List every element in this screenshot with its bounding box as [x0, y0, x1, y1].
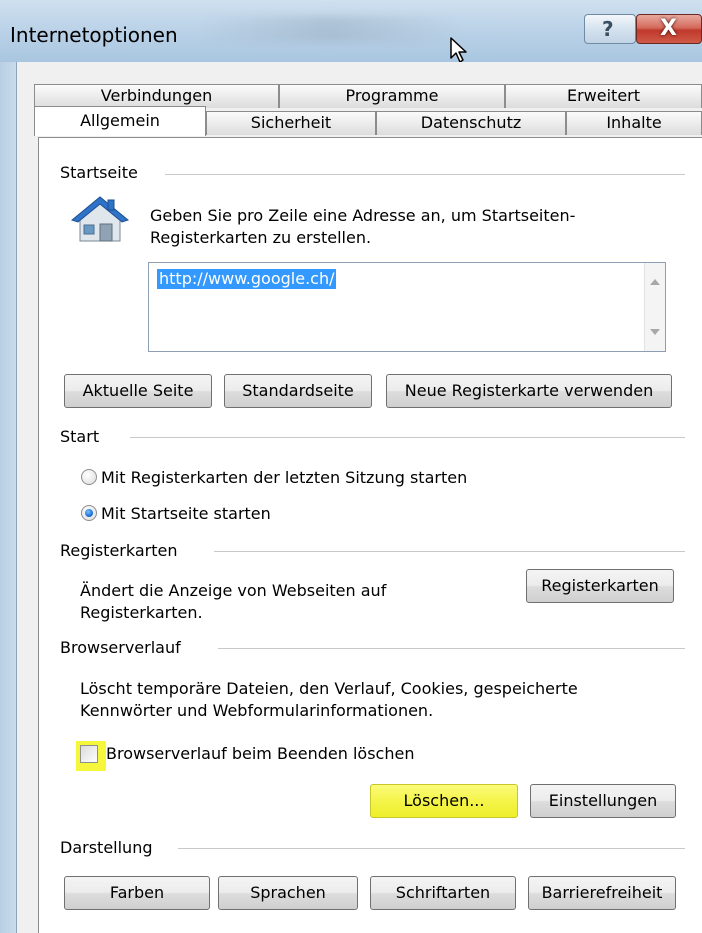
tab-datenschutz[interactable]: Datenschutz [376, 111, 566, 135]
radio-homepage[interactable] [81, 505, 97, 521]
accessibility-button[interactable]: Barrierefreiheit [528, 876, 676, 910]
title-bar: Internetoptionen ? X [0, 0, 702, 63]
browserverlauf-description-line2: Kennwörter und Webformularinformationen. [80, 701, 434, 720]
tab-erweitert[interactable]: Erweitert [505, 84, 702, 108]
tab-allgemein[interactable]: Allgemein [34, 106, 206, 136]
group-divider [218, 648, 685, 649]
current-page-button[interactable]: Aktuelle Seite [64, 374, 212, 408]
scroll-down-arrow-icon[interactable] [650, 329, 660, 335]
textarea-scrollbar[interactable] [644, 263, 665, 351]
group-divider [214, 551, 685, 552]
group-divider [130, 437, 685, 438]
tab-inhalte[interactable]: Inhalte [566, 111, 702, 135]
close-icon: X [660, 16, 677, 41]
radio-last-session-label[interactable]: Mit Registerkarten der letzten Sitzung s… [101, 467, 467, 488]
delete-on-exit-checkbox[interactable] [80, 745, 98, 763]
default-page-button[interactable]: Standardseite [224, 374, 372, 408]
tabs-settings-button[interactable]: Registerkarten [526, 569, 674, 603]
group-divider [165, 174, 685, 175]
tab-programme[interactable]: Programme [279, 84, 505, 108]
close-button[interactable]: X [636, 14, 702, 44]
mouse-cursor-icon [450, 37, 467, 63]
window-frame-left [0, 62, 16, 933]
group-label-startseite: Startseite [60, 163, 138, 182]
group-divider [178, 848, 685, 849]
homepage-url-textarea[interactable]: http://www.google.ch/ [148, 262, 666, 352]
startseite-description-line2: Registerkarten zu erstellen. [150, 228, 372, 247]
scroll-up-arrow-icon[interactable] [650, 279, 660, 285]
group-label-darstellung: Darstellung [60, 838, 153, 857]
history-settings-button[interactable]: Einstellungen [530, 784, 676, 818]
startseite-description-line1: Geben Sie pro Zeile eine Adresse an, um … [150, 206, 576, 225]
delete-history-button[interactable]: Löschen... [370, 784, 518, 818]
home-icon [70, 196, 130, 242]
help-button[interactable]: ? [584, 14, 636, 44]
group-label-registerkarten: Registerkarten [60, 541, 178, 560]
radio-last-session[interactable] [81, 469, 97, 485]
homepage-url-value: http://www.google.ch/ [157, 269, 337, 289]
colors-button[interactable]: Farben [64, 876, 210, 910]
fonts-button[interactable]: Schriftarten [370, 876, 516, 910]
registerkarten-description-line2: Registerkarten. [80, 603, 203, 622]
window-title: Internetoptionen [10, 23, 178, 47]
tab-sicherheit[interactable]: Sicherheit [206, 111, 376, 135]
new-tab-page-button[interactable]: Neue Registerkarte verwenden [386, 374, 672, 408]
radio-homepage-label[interactable]: Mit Startseite starten [101, 503, 271, 524]
group-label-start: Start [60, 427, 100, 446]
browserverlauf-description-line1: Löscht temporäre Dateien, den Verlauf, C… [80, 679, 578, 698]
delete-on-exit-label[interactable]: Browserverlauf beim Beenden löschen [106, 743, 414, 764]
registerkarten-description-line1: Ändert die Anzeige von Webseiten auf [80, 581, 387, 600]
languages-button[interactable]: Sprachen [218, 876, 358, 910]
group-label-browserverlauf: Browserverlauf [60, 638, 181, 657]
help-icon: ? [602, 17, 614, 41]
title-bar-blur [200, 16, 460, 42]
tab-verbindungen[interactable]: Verbindungen [34, 84, 279, 108]
